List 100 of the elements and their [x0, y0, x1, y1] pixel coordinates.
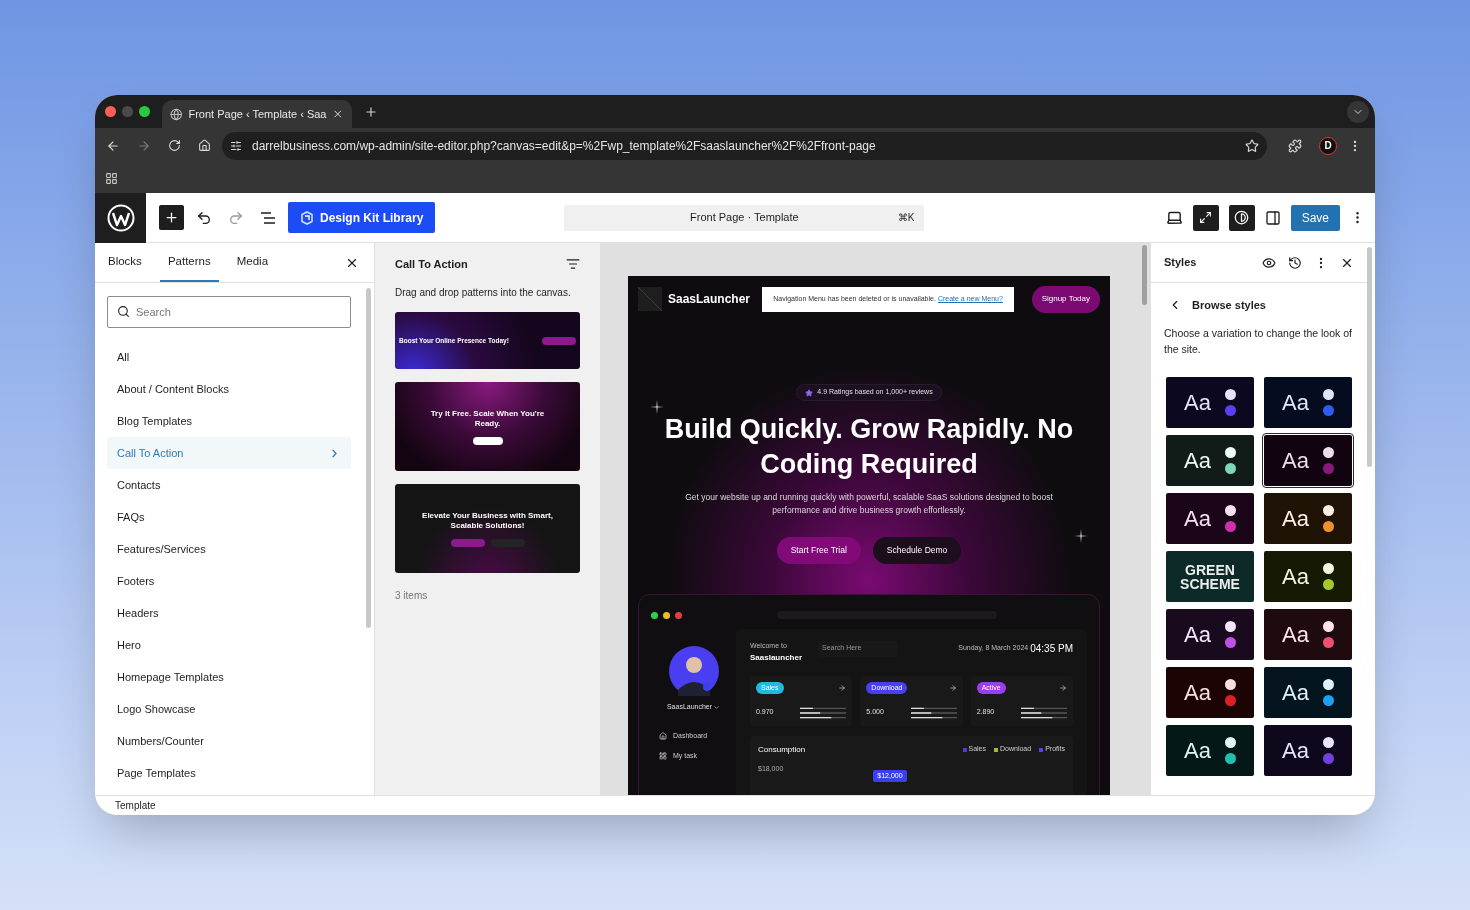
pattern-category[interactable]: Features/Services	[107, 533, 351, 565]
bookmark-star-icon[interactable]	[1245, 138, 1259, 153]
style-variation[interactable]: Aa	[1264, 435, 1352, 486]
style-variation[interactable]: Aa	[1264, 667, 1352, 718]
style-variation[interactable]: Aa	[1264, 493, 1352, 544]
command-palette-bar[interactable]: Front Page · Template ⌘K	[564, 204, 925, 231]
redo-icon[interactable]	[228, 209, 244, 226]
section-title: Browse styles	[1192, 297, 1266, 313]
close-window-button[interactable]	[105, 106, 116, 117]
typography-sample: Aa	[1282, 506, 1309, 531]
desktop-preview-icon[interactable]	[1165, 209, 1183, 226]
home-icon	[659, 731, 667, 740]
typography-sample: Aa	[1282, 738, 1309, 763]
scrollbar-thumb[interactable]	[1142, 245, 1147, 305]
browser-tab[interactable]: Front Page ‹ Template ‹ Saa	[162, 100, 352, 128]
pattern-category[interactable]: Call To Action	[107, 437, 351, 469]
close-icon[interactable]	[332, 108, 344, 120]
typography-sample: Aa	[1282, 390, 1309, 415]
style-variation[interactable]: Aa	[1166, 725, 1254, 776]
color-swatch	[1322, 737, 1334, 748]
reload-icon[interactable]	[168, 139, 181, 152]
keyboard-shortcut: ⌘K	[896, 211, 916, 225]
inserter-tab[interactable]: Media	[228, 243, 277, 282]
color-swatch	[1224, 621, 1236, 632]
hero-heading: Build Quickly. Grow Rapidly. No Coding Required	[663, 413, 1075, 481]
pattern-category[interactable]: About / Content Blocks	[107, 373, 351, 405]
style-variation[interactable]: Aa	[1166, 435, 1254, 486]
wordpress-logo[interactable]	[95, 192, 146, 243]
pattern-headline: Elevate Your Business with Smart, Scalable Solutions!	[421, 510, 554, 531]
new-tab-icon[interactable]	[364, 104, 378, 119]
pattern-category[interactable]: All	[107, 341, 351, 373]
back-icon[interactable]	[106, 138, 120, 153]
document-title: Front Page · Template	[689, 210, 800, 226]
search-field[interactable]: Search	[107, 296, 351, 328]
arrow-icon	[838, 683, 847, 692]
inserter-tab[interactable]: Patterns	[159, 243, 219, 282]
plus-icon	[164, 210, 179, 225]
maximize-window-button[interactable]	[139, 106, 150, 117]
expand-icon	[1199, 211, 1213, 224]
typography-sample: Aa	[1282, 622, 1309, 647]
pattern-category[interactable]: Numbers/Counter	[107, 725, 351, 757]
filter-icon[interactable]	[566, 257, 580, 271]
extensions-icon[interactable]	[1288, 138, 1302, 153]
inserter-tab[interactable]: Blocks	[100, 243, 150, 282]
pattern-preview[interactable]: Try It Free. Scale When You're Ready.	[395, 382, 580, 471]
pattern-category[interactable]: Hero	[107, 629, 351, 661]
panel-title: Call To Action	[395, 256, 468, 272]
list-view-icon[interactable]	[260, 210, 276, 225]
home-icon[interactable]	[198, 139, 211, 152]
color-swatch	[1322, 621, 1334, 632]
pattern-category[interactable]: Footers	[107, 565, 351, 597]
typography-sample: Aa	[1282, 564, 1309, 589]
eye-icon[interactable]	[1262, 255, 1276, 270]
pattern-category[interactable]: Logo Showcase	[107, 693, 351, 725]
pattern-category[interactable]: Homepage Templates	[107, 661, 351, 693]
style-variation[interactable]: Aa	[1166, 667, 1254, 718]
apps-icon[interactable]	[105, 171, 118, 185]
pattern-category[interactable]: Blog Templates	[107, 405, 351, 437]
color-swatch	[1224, 737, 1236, 748]
history-icon[interactable]	[1288, 255, 1302, 270]
fullscreen-button[interactable]	[1192, 204, 1219, 231]
style-variation[interactable]: Aa	[1166, 609, 1254, 660]
address-bar[interactable]: darrelbusiness.com/wp-admin/site-editor.php?canvas=edit&p=%2Fwp_template%2Fsaaslauncher%2F%2Ffront-page	[222, 131, 1267, 160]
pattern-category[interactable]: Contacts	[107, 469, 351, 501]
time-text: 04:35 PM	[1030, 642, 1073, 656]
pattern-category[interactable]: Headers	[107, 597, 351, 629]
pattern-category[interactable]: FAQs	[107, 501, 351, 533]
bars-drawing	[1021, 705, 1067, 720]
pattern-preview[interactable]: Elevate Your Business with Smart, Scalable Solutions!	[395, 484, 580, 573]
save-button[interactable]: Save	[1290, 204, 1340, 231]
breadcrumb[interactable]: Template	[115, 798, 156, 813]
profile-avatar[interactable]: D	[1319, 136, 1337, 155]
styles-button[interactable]	[1228, 204, 1255, 231]
style-variation[interactable]: Aa	[1264, 609, 1352, 660]
caret-icon	[713, 703, 721, 711]
arrow-icon	[1059, 683, 1067, 692]
scrollbar-thumb[interactable]	[1367, 247, 1372, 467]
variation-name: GREEN SCHEME	[1179, 562, 1241, 591]
item-count: 3 items	[395, 589, 429, 603]
forward-icon[interactable]	[137, 138, 151, 153]
typography-sample: Aa	[1184, 390, 1211, 415]
settings-panel-icon[interactable]	[1264, 209, 1281, 226]
design-kit-library-button[interactable]: Design Kit Library	[288, 202, 436, 233]
style-variation[interactable]: GREEN SCHEME	[1166, 551, 1254, 602]
scrollbar-thumb[interactable]	[366, 288, 371, 628]
arrow-icon	[948, 683, 957, 692]
undo-icon[interactable]	[196, 209, 212, 226]
style-variation[interactable]: Aa	[1264, 725, 1352, 776]
bars-drawing	[910, 705, 957, 720]
pattern-category[interactable]: Page Templates	[107, 757, 351, 789]
hero-button[interactable]: Start Free Trial	[776, 537, 861, 564]
add-block-button[interactable]	[159, 205, 184, 230]
style-variation[interactable]: Aa	[1166, 377, 1254, 428]
hero-button[interactable]: Schedule Demo	[872, 537, 962, 564]
tab-list-button[interactable]	[1347, 100, 1369, 123]
style-variation[interactable]: Aa	[1264, 377, 1352, 428]
signup-button[interactable]: Signup Today	[1031, 285, 1100, 313]
style-variation[interactable]: Aa	[1166, 493, 1254, 544]
style-variation[interactable]: Aa	[1264, 551, 1352, 602]
color-swatch	[1224, 389, 1236, 400]
